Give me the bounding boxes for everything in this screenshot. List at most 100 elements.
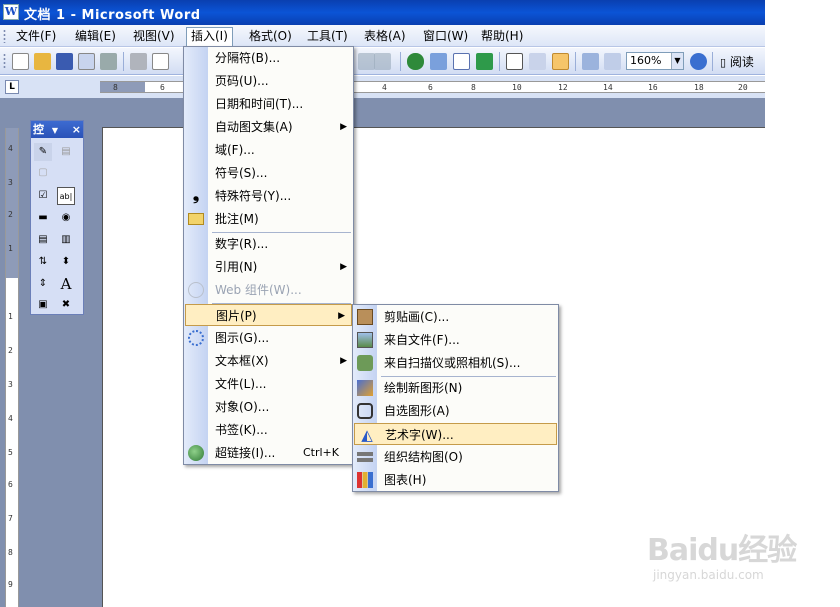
- ruler-label: 16: [648, 83, 658, 92]
- show-hide-icon[interactable]: [582, 53, 599, 70]
- ruler-label: 10: [512, 83, 522, 92]
- columns-icon[interactable]: [506, 53, 523, 70]
- option-button-icon[interactable]: ◉: [57, 209, 75, 227]
- menu-view[interactable]: 视图(V): [129, 28, 179, 45]
- word-app-icon[interactable]: W: [3, 4, 19, 20]
- menu-item-label: 绘制新图形(N): [384, 381, 463, 395]
- combobox-icon[interactable]: ▥: [57, 231, 75, 249]
- ruler-label: 4: [8, 144, 13, 153]
- menu-tools[interactable]: 工具(T): [303, 28, 352, 45]
- submenu-item-scanner-camera[interactable]: 来自扫描仪或照相机(S)...: [353, 352, 558, 374]
- checkbox-icon[interactable]: ☑: [34, 187, 52, 205]
- menu-item-page-numbers[interactable]: 页码(U)...: [184, 70, 353, 92]
- chevron-down-icon[interactable]: ▼: [52, 126, 58, 135]
- menubar-grip[interactable]: [3, 29, 6, 43]
- ruler-label: 2: [8, 346, 13, 355]
- menu-item-label: 自选图形(A): [384, 404, 450, 418]
- ruler-label: 8: [8, 548, 13, 557]
- textbox-icon[interactable]: ab|: [57, 187, 75, 205]
- insert-table-icon[interactable]: [453, 53, 470, 70]
- menu-item-picture[interactable]: 图片(P) ▶: [185, 304, 352, 326]
- menu-item-file[interactable]: 文件(L)...: [184, 373, 353, 395]
- submenu-item-org-chart[interactable]: 组织结构图(O): [353, 446, 558, 468]
- menu-item-object[interactable]: 对象(O)...: [184, 396, 353, 418]
- spin-button-icon[interactable]: ⬍: [57, 253, 75, 271]
- scrollbar-icon[interactable]: ⇕: [34, 275, 52, 293]
- insert-excel-icon[interactable]: [476, 53, 493, 70]
- menu-insert[interactable]: 插入(I): [186, 27, 233, 47]
- submenu-item-from-file[interactable]: 来自文件(F)...: [353, 329, 558, 351]
- label-icon[interactable]: A: [57, 275, 75, 293]
- submenu-item-wordart[interactable]: ◭ 艺术字(W)...: [354, 423, 557, 445]
- menu-item-label: 书签(K)...: [215, 423, 268, 437]
- drawing-icon[interactable]: [529, 53, 546, 70]
- menu-item-field[interactable]: 域(F)...: [184, 139, 353, 161]
- ink-icon[interactable]: [604, 53, 621, 70]
- menu-table[interactable]: 表格(A): [360, 28, 410, 45]
- more-controls-icon[interactable]: ✖: [57, 296, 75, 314]
- menu-item-diagram[interactable]: 图示(G)...: [184, 327, 353, 349]
- menu-item-hyperlink[interactable]: 超链接(I)... Ctrl+K: [184, 442, 353, 464]
- zoom-select[interactable]: 160% ▼: [626, 52, 684, 70]
- submenu-item-new-drawing[interactable]: 绘制新图形(N): [353, 377, 558, 399]
- listbox-icon[interactable]: ▤: [34, 231, 52, 249]
- open-folder-icon[interactable]: [34, 53, 51, 70]
- command-button-icon[interactable]: ▬: [34, 209, 52, 227]
- submenu-item-chart[interactable]: 图表(H): [353, 469, 558, 491]
- toolbox-titlebar[interactable]: 控 ▼ ×: [31, 121, 83, 138]
- new-document-icon[interactable]: [12, 53, 29, 70]
- toolbar-grip[interactable]: [3, 53, 6, 70]
- menu-item-reference[interactable]: 引用(N) ▶: [184, 256, 353, 278]
- menu-help[interactable]: 帮助(H): [477, 28, 527, 45]
- control-toolbox: 控 ▼ × ✎ ▤ ▢ ☑ ab| ▬ ◉ ▤ ▥ ⇅ ⬍ ⇕ A ▣ ✖: [30, 120, 84, 315]
- submenu-item-autoshapes[interactable]: 自选图形(A): [353, 400, 558, 422]
- vertical-ruler[interactable]: 4 3 2 1 1 2 3 4 5 6 7 8 9: [5, 128, 19, 607]
- tables-borders-icon[interactable]: [430, 53, 447, 70]
- menu-item-label: 日期和时间(T)...: [215, 97, 304, 111]
- menu-item-number[interactable]: 数字(R)...: [184, 233, 353, 255]
- document-map-icon[interactable]: [552, 53, 569, 70]
- menu-item-web-component: Web 组件(W)...: [184, 279, 353, 301]
- menu-item-special-symbol[interactable]: ❟ 特殊符号(Y)...: [184, 185, 353, 207]
- submenu-item-clipart[interactable]: 剪贴画(C)...: [353, 306, 558, 328]
- baidu-jingyan-watermark: Baidu经验 jingyan.baidu.com: [645, 520, 805, 600]
- read-label: 阅读: [729, 55, 754, 69]
- undo-dropdown-icon[interactable]: [358, 53, 375, 70]
- redo-icon[interactable]: [374, 53, 391, 70]
- menu-item-comment[interactable]: 批注(M): [184, 208, 353, 230]
- read-button[interactable]: ▯ 阅读: [720, 53, 754, 70]
- image-icon[interactable]: ▣: [34, 296, 52, 314]
- toggle-button-icon[interactable]: ⇅: [34, 253, 52, 271]
- menu-edit[interactable]: 编辑(E): [71, 28, 120, 45]
- print-preview-icon[interactable]: [152, 53, 169, 70]
- menu-file[interactable]: 文件(F): [12, 28, 60, 45]
- menu-item-bookmark[interactable]: 书签(K)...: [184, 419, 353, 441]
- insert-hyperlink-icon[interactable]: [407, 53, 424, 70]
- permission-icon[interactable]: [78, 53, 95, 70]
- view-code-icon[interactable]: ▢: [34, 164, 52, 182]
- menu-format[interactable]: 格式(O): [245, 28, 296, 45]
- email-icon[interactable]: [100, 53, 117, 70]
- print-icon[interactable]: [130, 53, 147, 70]
- menu-item-autotext[interactable]: 自动图文集(A) ▶: [184, 116, 353, 138]
- ruler-label: 20: [738, 83, 748, 92]
- insert-menu: 分隔符(B)... 页码(U)... 日期和时间(T)... 自动图文集(A) ▶…: [183, 46, 354, 465]
- menu-item-break[interactable]: 分隔符(B)...: [184, 47, 353, 69]
- menu-item-textbox[interactable]: 文本框(X) ▶: [184, 350, 353, 372]
- ruler-label: 1: [8, 312, 13, 321]
- chevron-down-icon[interactable]: ▼: [671, 53, 683, 69]
- help-icon[interactable]: [690, 53, 707, 70]
- menu-window[interactable]: 窗口(W): [419, 28, 472, 45]
- close-icon[interactable]: ×: [72, 121, 81, 138]
- menu-item-date-time[interactable]: 日期和时间(T)...: [184, 93, 353, 115]
- design-mode-icon[interactable]: ✎: [34, 143, 52, 161]
- ruler-label: 4: [8, 414, 13, 423]
- tab-selector-icon[interactable]: L: [5, 80, 19, 94]
- ruler-label: 12: [558, 83, 568, 92]
- scanner-icon: [357, 355, 373, 371]
- save-icon[interactable]: [56, 53, 73, 70]
- menu-item-label: 引用(N): [215, 260, 258, 274]
- properties-icon[interactable]: ▤: [57, 143, 75, 161]
- menu-item-symbol[interactable]: 符号(S)...: [184, 162, 353, 184]
- menu-item-label: 自动图文集(A): [215, 120, 293, 134]
